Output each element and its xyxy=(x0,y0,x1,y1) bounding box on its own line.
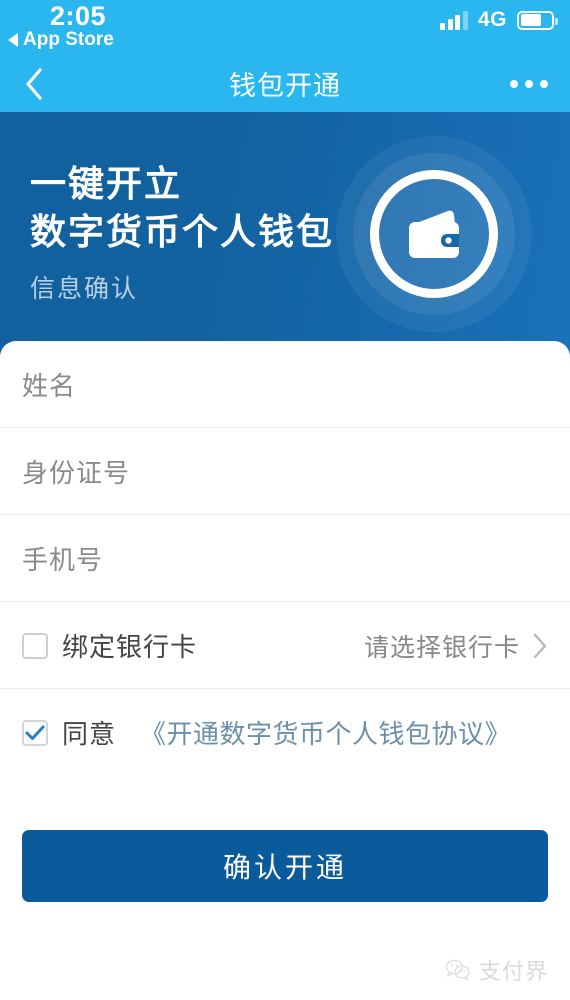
bank-card-left: 绑定银行卡 xyxy=(22,627,197,664)
status-indicators: 4G xyxy=(440,8,558,32)
bind-bank-card-checkbox[interactable] xyxy=(22,632,48,659)
hero-banner: 一键开立 数字货币个人钱包 信息确认 xyxy=(0,112,570,355)
battery-icon xyxy=(517,10,558,30)
wechat-icon xyxy=(445,959,471,981)
agreement-link[interactable]: 《开通数字货币个人钱包协议》 xyxy=(140,714,511,751)
back-button[interactable] xyxy=(22,67,46,100)
phone-input[interactable]: 手机号 xyxy=(22,540,103,577)
watermark-label: 支付界 xyxy=(478,959,548,984)
chevron-right-icon xyxy=(532,632,548,660)
watermark: 支付界 xyxy=(445,954,548,986)
hero-headline-line2: 数字货币个人钱包 xyxy=(30,210,335,252)
field-row-phone[interactable]: 手机号 xyxy=(0,515,570,602)
more-dots-icon xyxy=(510,79,518,88)
agreement-label: 同意 xyxy=(62,719,117,749)
back-triangle-icon xyxy=(8,33,18,47)
bank-card-select[interactable]: 请选择银行卡 xyxy=(364,628,548,664)
form-card: 姓名 身份证号 手机号 绑定银行卡 请选择银行卡 同意 《开通数字货币个人钱包协… xyxy=(0,341,570,902)
wallet-icon xyxy=(336,135,532,332)
submit-area: 确认开通 xyxy=(0,776,570,902)
hero-headline-line1: 一键开立 xyxy=(30,163,183,204)
navigation-bar: 钱包开通 xyxy=(0,55,570,112)
field-row-id-number[interactable]: 身份证号 xyxy=(0,428,570,515)
return-to-app-button[interactable]: App Store xyxy=(8,29,114,51)
bind-bank-card-label: 绑定银行卡 xyxy=(62,632,198,662)
field-row-name[interactable]: 姓名 xyxy=(0,341,570,428)
status-bar: 2:05 App Store 4G xyxy=(0,0,570,55)
more-options-button[interactable] xyxy=(510,79,548,88)
agreement-left: 同意 《开通数字货币个人钱包协议》 xyxy=(22,714,511,751)
confirm-activate-button[interactable]: 确认开通 xyxy=(22,830,548,902)
app-screen: 2:05 App Store 4G 钱包开通 一键开立 数字货币个人钱包 信息确… xyxy=(0,0,570,1000)
bank-card-row[interactable]: 绑定银行卡 请选择银行卡 xyxy=(0,602,570,689)
id-number-input[interactable]: 身份证号 xyxy=(22,453,130,490)
name-input[interactable]: 姓名 xyxy=(22,366,76,403)
network-label: 4G xyxy=(477,8,507,31)
hero-subtitle: 信息确认 xyxy=(30,275,139,304)
signal-icon xyxy=(440,10,468,30)
agreement-row[interactable]: 同意 《开通数字货币个人钱包协议》 xyxy=(0,689,570,776)
agreement-checkbox[interactable] xyxy=(22,719,48,746)
more-dots-icon xyxy=(540,79,548,88)
hero-text-block: 一键开立 数字货币个人钱包 信息确认 xyxy=(30,160,334,305)
bank-card-value: 请选择银行卡 xyxy=(363,633,520,662)
wallet-glyph xyxy=(396,196,472,272)
more-dots-icon xyxy=(525,79,533,88)
status-time: 2:05 xyxy=(50,1,107,31)
page-title: 钱包开通 xyxy=(229,71,341,101)
return-app-label: App Store xyxy=(23,29,114,50)
